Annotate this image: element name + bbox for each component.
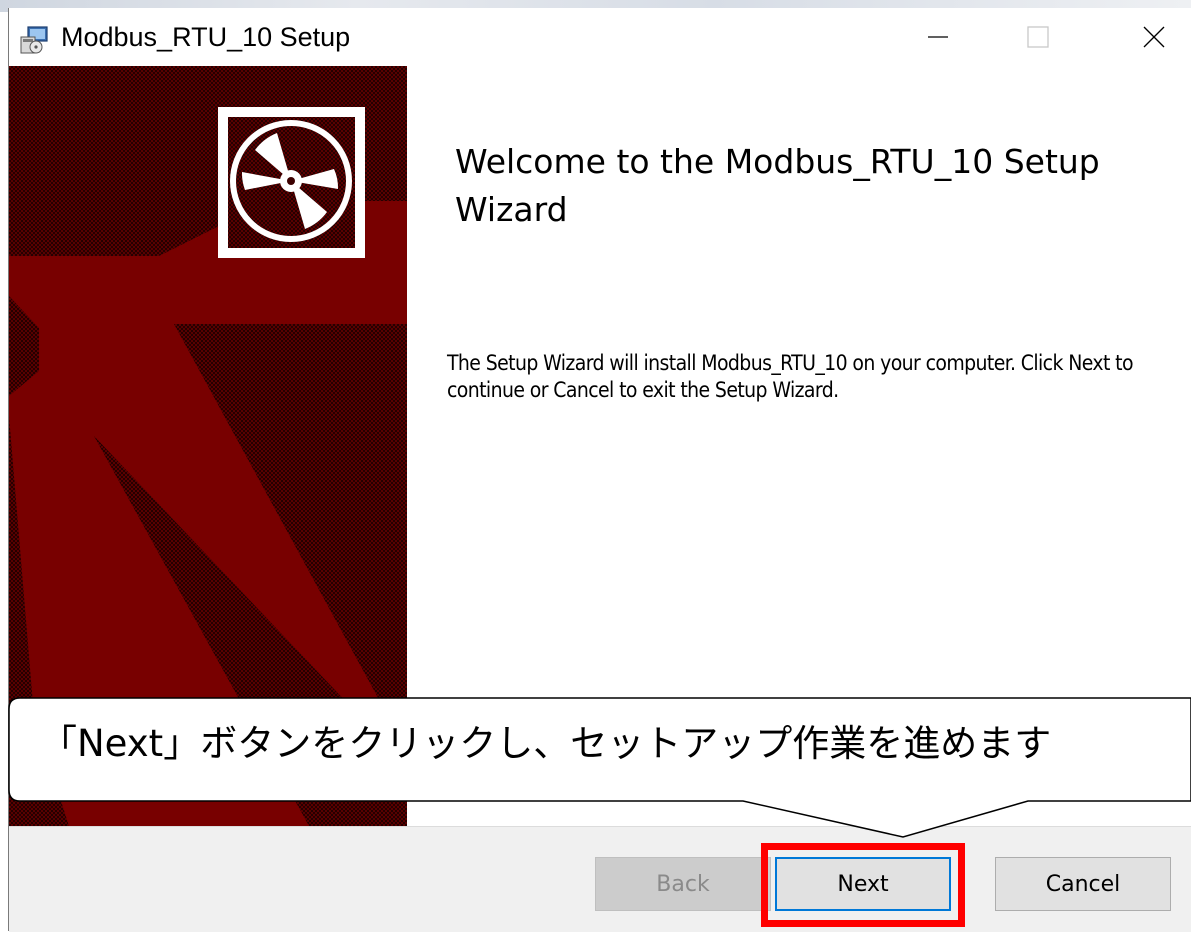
close-button[interactable] [1121, 8, 1187, 66]
welcome-heading: Welcome to the Modbus_RTU_10 Setup Wizar… [455, 142, 1100, 229]
installer-app-icon [19, 25, 49, 55]
wizard-content-panel: Welcome to the Modbus_RTU_10 Setup Wizar… [407, 66, 1191, 826]
next-button-highlight [761, 843, 965, 927]
callout-text: 「Next」ボタンをクリックし、セットアップ作業を進めます [40, 722, 1052, 765]
close-icon [1143, 26, 1165, 48]
minimize-icon [928, 36, 948, 38]
maximize-icon [1027, 26, 1049, 48]
wizard-banner-image [9, 66, 407, 826]
setup-window: Modbus_RTU_10 Setup Welcome to the Modbu… [8, 8, 1191, 932]
welcome-description: The Setup Wizard will install Modbus_RTU… [447, 351, 1134, 402]
title-bar[interactable]: Modbus_RTU_10 Setup [9, 8, 1191, 66]
maximize-button[interactable] [1005, 8, 1071, 66]
minimize-button[interactable] [905, 8, 971, 66]
button-bar: Back Next Cancel [9, 826, 1191, 932]
window-title: Modbus_RTU_10 Setup [61, 22, 351, 52]
back-button[interactable]: Back [595, 857, 771, 911]
cancel-button[interactable]: Cancel [995, 857, 1171, 911]
